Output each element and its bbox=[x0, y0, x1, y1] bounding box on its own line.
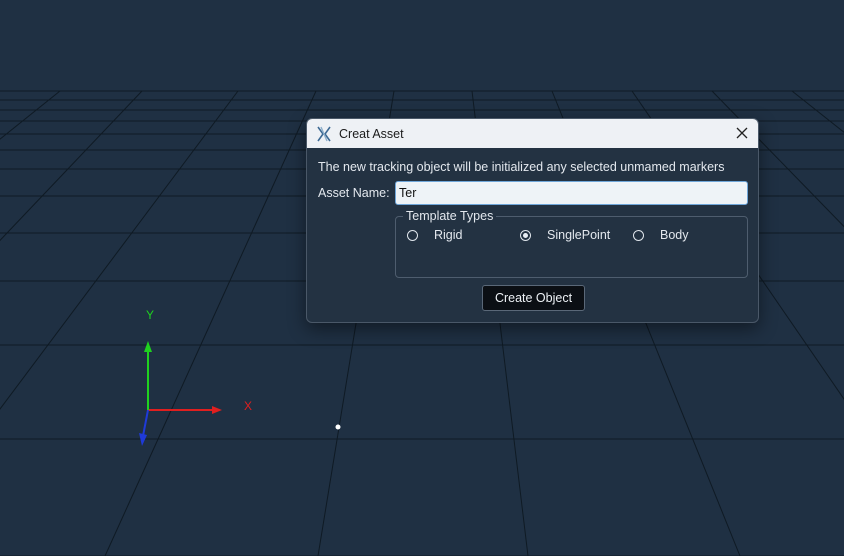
app-logo-icon bbox=[316, 126, 332, 142]
template-types-group: Template Types Rigid SinglePoint Body bbox=[395, 209, 748, 278]
radio-circle bbox=[633, 229, 644, 241]
dialog-titlebar[interactable]: Creat Asset bbox=[307, 119, 758, 148]
asset-name-label: Asset Name: bbox=[318, 186, 390, 200]
info-text: The new tracking object will be initiali… bbox=[318, 160, 725, 174]
create-object-button[interactable]: Create Object bbox=[482, 285, 585, 311]
radio-label-body: Body bbox=[660, 228, 689, 242]
close-icon bbox=[736, 127, 748, 139]
marker-point[interactable] bbox=[335, 424, 341, 430]
asset-name-input[interactable] bbox=[395, 181, 748, 205]
dialog-title: Creat Asset bbox=[339, 126, 404, 141]
y-axis-label: Y bbox=[146, 308, 154, 322]
close-button[interactable] bbox=[732, 123, 752, 143]
radio-label-rigid: Rigid bbox=[434, 228, 463, 242]
radio-label-singlepoint: SinglePoint bbox=[547, 228, 611, 242]
radio-dot bbox=[523, 232, 528, 238]
radio-singlepoint[interactable]: SinglePoint bbox=[520, 228, 610, 242]
radio-circle bbox=[407, 229, 418, 241]
radio-rigid[interactable]: Rigid bbox=[407, 228, 463, 242]
create-asset-dialog: Creat Asset The new tracking object will… bbox=[306, 118, 759, 323]
x-axis-label: X bbox=[244, 399, 252, 413]
template-types-title: Template Types bbox=[403, 209, 497, 223]
radio-body[interactable]: Body bbox=[633, 228, 689, 242]
radio-circle bbox=[520, 229, 531, 241]
